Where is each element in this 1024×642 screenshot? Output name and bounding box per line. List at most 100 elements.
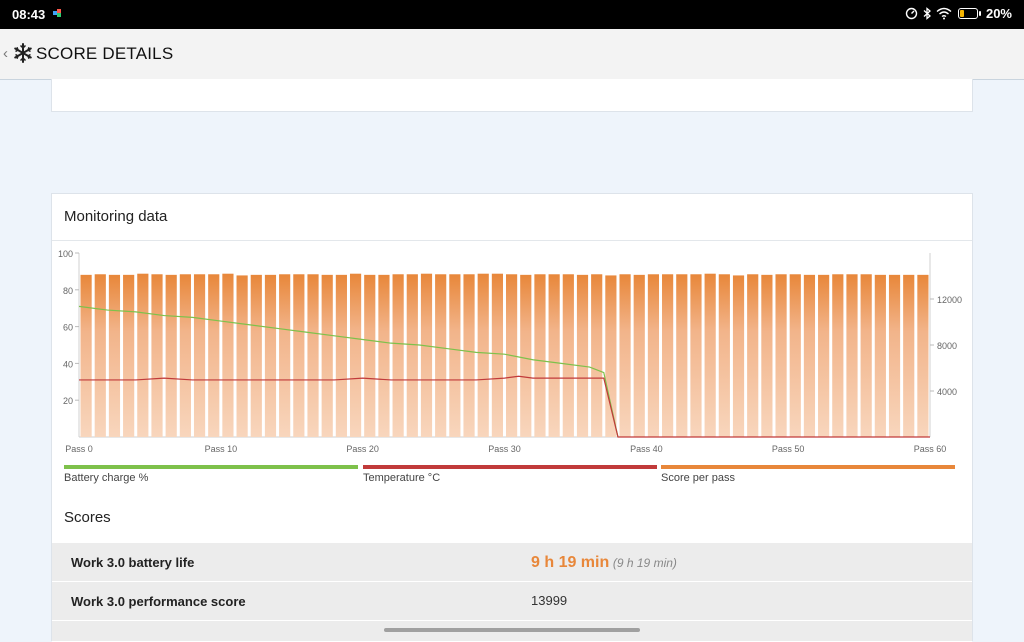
score-bar — [264, 274, 277, 437]
legend-item-battery: Battery charge % — [64, 465, 358, 485]
score-value: 9 h 19 min (9 h 19 min) — [531, 554, 677, 572]
score-bar — [108, 274, 121, 437]
right-tick-label: 12000 — [937, 295, 962, 305]
score-bar — [860, 274, 872, 437]
score-bar — [605, 275, 617, 437]
score-bar — [704, 273, 716, 437]
x-tick-label: Pass 10 — [205, 444, 238, 454]
score-bar — [279, 274, 291, 437]
score-bar — [378, 274, 390, 437]
score-bar — [761, 274, 773, 437]
score-value: 13999 — [531, 593, 568, 608]
legend-swatch-battery — [64, 465, 358, 469]
scores-title: Scores — [64, 509, 111, 526]
score-bar — [818, 274, 830, 437]
x-tick-label: Pass 50 — [772, 444, 805, 454]
score-bar — [137, 273, 149, 437]
right-tick-label: 4000 — [937, 387, 957, 397]
status-icons: 20% — [905, 6, 1012, 21]
score-bar — [619, 274, 631, 437]
right-tick-label: 8000 — [937, 341, 957, 351]
score-sub-value: (9 h 19 min) — [612, 556, 677, 570]
score-bar — [576, 274, 589, 437]
score-bar — [789, 274, 801, 437]
legend-item-score: Score per pass — [661, 465, 955, 485]
monitoring-title: Monitoring data — [64, 208, 168, 225]
score-bar — [123, 274, 135, 437]
previous-card — [51, 79, 973, 112]
legend-label-score: Score per pass — [661, 472, 735, 484]
score-bar — [491, 273, 503, 437]
score-bar — [193, 274, 206, 437]
score-bar — [775, 274, 787, 437]
status-bar: 08:43 20% — [0, 0, 1024, 29]
temperature-line — [79, 375, 930, 438]
x-tick-label: Pass 0 — [65, 444, 93, 454]
battery-percent: 20% — [985, 6, 1012, 21]
score-bar — [803, 274, 816, 437]
left-tick-label: 80 — [63, 286, 73, 296]
x-tick-label: Pass 30 — [488, 444, 521, 454]
score-main-value: 9 h 19 min — [531, 554, 610, 571]
score-bar — [222, 273, 234, 437]
score-bar — [406, 274, 418, 437]
score-bar — [349, 273, 362, 437]
legend-item-temperature: Temperature °C — [363, 465, 657, 485]
x-tick-label: Pass 60 — [914, 444, 947, 454]
score-bar — [449, 274, 461, 437]
score-row-performance: Work 3.0 performance score 13999 — [52, 582, 972, 621]
x-tick-label: Pass 40 — [630, 444, 663, 454]
chevron-left-icon[interactable]: ‹ — [3, 45, 8, 62]
score-bar — [747, 274, 759, 437]
score-bar — [420, 273, 433, 437]
score-bar — [165, 274, 177, 437]
score-bar — [477, 273, 489, 437]
score-bar — [917, 274, 929, 437]
score-label: Work 3.0 battery life — [71, 555, 195, 570]
score-bar — [435, 274, 447, 437]
monitoring-chart: 20 40 60 80 100 4000 8000 12000 Pass 0 Pass 10 Pas… — [58, 249, 962, 454]
score-bar — [846, 274, 858, 437]
left-tick-label: 100 — [58, 249, 73, 259]
score-bar — [392, 274, 404, 437]
score-bar — [888, 274, 901, 437]
score-bar — [250, 274, 262, 437]
x-tick-label: Pass 20 — [346, 444, 379, 454]
battery-icon — [957, 8, 981, 19]
wifi-icon — [936, 7, 952, 20]
score-bar — [364, 274, 376, 437]
left-tick-label: 40 — [63, 359, 73, 369]
home-indicator[interactable] — [384, 628, 640, 632]
status-time: 08:43 — [12, 7, 46, 22]
score-bar — [208, 274, 220, 437]
score-bar — [94, 274, 106, 437]
notification-app-icon — [53, 9, 61, 17]
monitoring-card: Monitoring data 20 40 60 80 100 4000 8000 12000… — [51, 193, 973, 642]
score-bar — [874, 274, 886, 437]
score-bar — [903, 274, 915, 437]
score-row-battery-life: Work 3.0 battery life 9 h 19 min (9 h 19… — [52, 543, 972, 582]
score-bar — [662, 274, 674, 437]
bluetooth-icon — [923, 7, 931, 20]
score-bar — [562, 274, 574, 437]
score-bar — [307, 274, 319, 437]
score-bar — [732, 275, 745, 437]
score-bar — [591, 274, 603, 437]
score-bar — [534, 274, 546, 437]
score-bar — [321, 274, 333, 437]
legend-swatch-score — [661, 465, 955, 469]
app-bar: ‹ SCORE DETAILS — [0, 29, 1024, 80]
score-label: Work 3.0 performance score — [71, 594, 246, 609]
score-bar — [151, 274, 163, 437]
snowflake-logo-icon — [14, 43, 32, 63]
score-bar — [80, 274, 92, 437]
legend-label-battery: Battery charge % — [64, 472, 149, 484]
legend-swatch-temperature — [363, 465, 657, 469]
left-tick-label: 60 — [63, 323, 73, 333]
score-bar — [463, 274, 475, 437]
score-bar — [236, 275, 248, 437]
score-bar — [548, 274, 560, 437]
legend-label-temperature: Temperature °C — [363, 472, 441, 484]
score-bar — [676, 274, 688, 437]
score-bar — [647, 274, 660, 437]
